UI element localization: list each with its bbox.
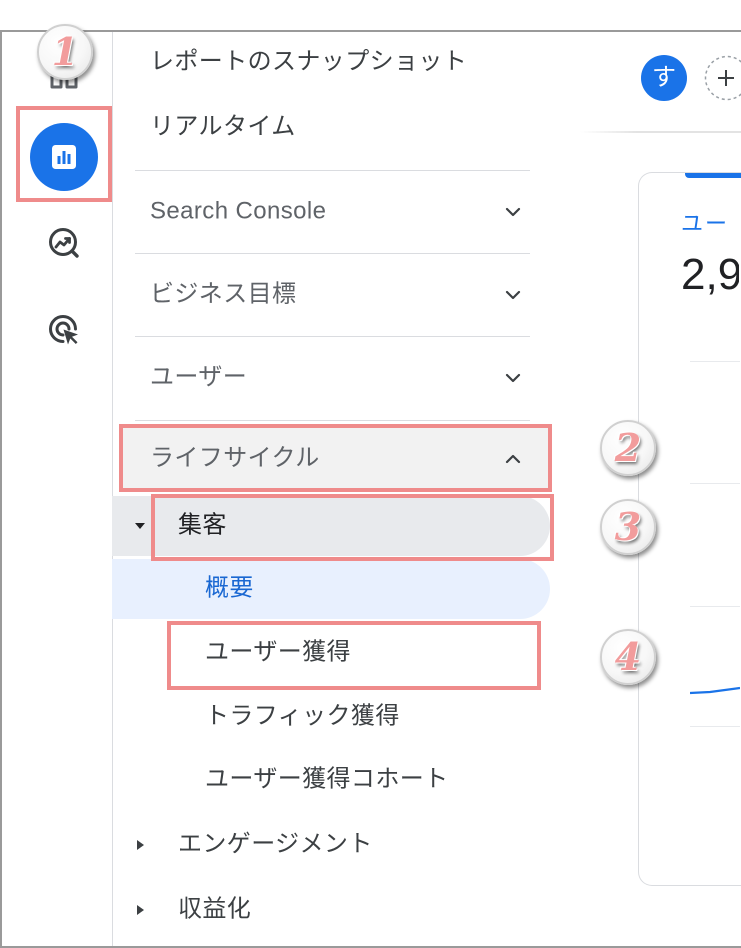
triangle-right-icon bbox=[137, 905, 144, 915]
nav-report-snapshot-label: レポートのスナップショット bbox=[150, 47, 468, 75]
nav-group-acquisition[interactable]: 集客 bbox=[112, 496, 550, 556]
chevron-down-icon bbox=[505, 290, 521, 300]
nav-item-user-acquisition-cohort[interactable]: ユーザー獲得コホート bbox=[112, 750, 550, 810]
explore-icon bbox=[49, 228, 79, 258]
trend-line bbox=[690, 686, 740, 695]
account-avatar[interactable]: す bbox=[641, 55, 687, 101]
nav-section-label: ユーザー bbox=[150, 363, 248, 391]
add-icon[interactable] bbox=[704, 55, 741, 101]
nav-item-label: 概要 bbox=[205, 574, 254, 602]
nav-section-label: ビジネス目標 bbox=[150, 280, 297, 308]
nav-item-user-acquisition[interactable]: ユーザー獲得 bbox=[112, 623, 550, 683]
rail-advertising-button[interactable] bbox=[46, 312, 82, 348]
nav-group-label: 集客 bbox=[178, 511, 227, 539]
nav-section-search-console[interactable]: Search Console bbox=[123, 188, 548, 236]
step-badge: 4 bbox=[600, 629, 656, 685]
chart-gridline bbox=[690, 726, 740, 727]
rail-explore-button[interactable] bbox=[46, 225, 82, 261]
nav-section-user[interactable]: ユーザー bbox=[123, 354, 548, 402]
chevron-up-icon bbox=[505, 454, 521, 464]
chevron-down-icon bbox=[505, 207, 521, 217]
nav-section-label: Search Console bbox=[150, 197, 327, 225]
triangle-right-icon bbox=[137, 840, 144, 850]
nav-realtime-label: リアルタイム bbox=[150, 112, 296, 140]
nav-divider bbox=[135, 420, 530, 421]
nav-item-traffic-acquisition[interactable]: トラフィック獲得 bbox=[112, 687, 550, 747]
nav-group-monetization[interactable]: 収益化 bbox=[112, 880, 550, 940]
nav-item-label: トラフィック獲得 bbox=[205, 702, 400, 730]
chart-gridline bbox=[690, 483, 740, 484]
nav-group-label: 収益化 bbox=[178, 895, 252, 923]
nav-item-label: ユーザー獲得 bbox=[205, 638, 351, 666]
triangle-down-icon bbox=[135, 523, 145, 529]
metric-label[interactable]: ユー bbox=[681, 211, 729, 237]
nav-divider bbox=[135, 336, 530, 337]
analytics-report-navigation: レポートのスナップショット リアルタイム Search Console ビジネス… bbox=[0, 0, 741, 948]
chevron-down-icon bbox=[505, 373, 521, 383]
card-active-tab-indicator bbox=[685, 173, 741, 178]
nav-section-lifecycle[interactable]: ライフサイクル bbox=[123, 428, 548, 490]
nav-divider bbox=[135, 170, 530, 171]
step-badge: 3 bbox=[600, 499, 656, 555]
rail-reports-button[interactable] bbox=[30, 123, 98, 191]
chart-gridline bbox=[690, 606, 740, 607]
header-divider bbox=[580, 131, 741, 133]
nav-group-label: エンゲージメント bbox=[178, 830, 373, 858]
nav-item-label: ユーザー獲得コホート bbox=[205, 765, 449, 793]
nav-section-label: ライフサイクル bbox=[150, 444, 320, 472]
nav-report-snapshot[interactable]: レポートのスナップショット bbox=[150, 40, 467, 84]
nav-section-business-objectives[interactable]: ビジネス目標 bbox=[123, 271, 548, 319]
step-badge: 2 bbox=[600, 420, 656, 476]
reports-icon bbox=[52, 145, 76, 169]
advertising-icon bbox=[49, 315, 78, 345]
metric-value: 2,9 bbox=[681, 250, 739, 299]
nav-group-engagement[interactable]: エンゲージメント bbox=[112, 815, 550, 875]
nav-divider bbox=[135, 253, 530, 254]
chart-gridline bbox=[690, 361, 740, 362]
step-badge: 1 bbox=[37, 24, 93, 80]
nav-realtime[interactable]: リアルタイム bbox=[150, 105, 296, 149]
nav-item-overview[interactable]: 概要 bbox=[112, 559, 550, 619]
